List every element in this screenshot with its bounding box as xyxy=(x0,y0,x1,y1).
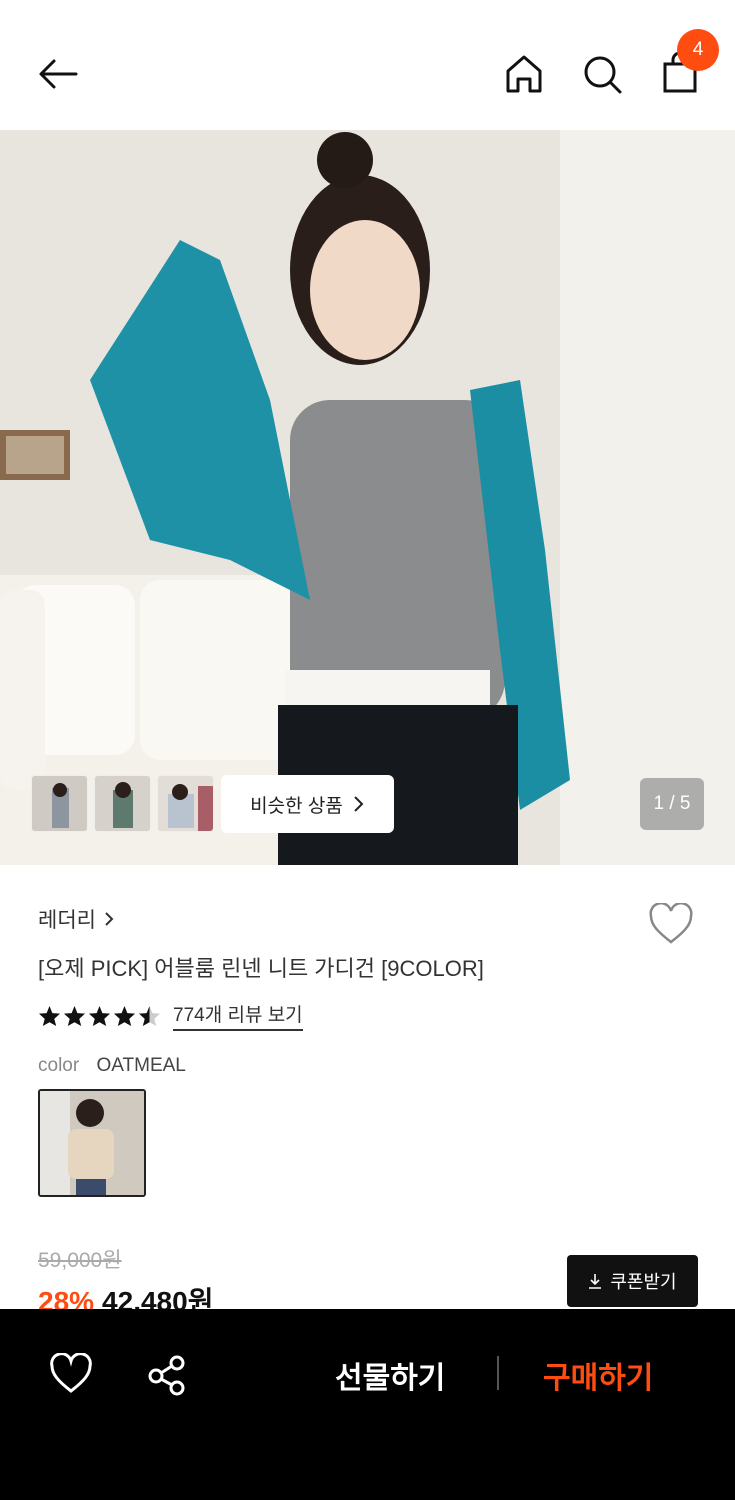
bottom-action-bar: 선물하기 구매하기 xyxy=(0,1309,735,1500)
brand-name: 레더리 xyxy=(38,909,96,932)
star-full-icon xyxy=(63,1005,86,1026)
cart-count-badge: 4 xyxy=(677,29,719,71)
buy-button[interactable]: 구매하기 xyxy=(543,1353,653,1397)
star-rating xyxy=(38,1005,161,1027)
back-arrow-icon[interactable] xyxy=(36,52,80,96)
gift-button[interactable]: 선물하기 xyxy=(335,1353,445,1397)
star-full-icon xyxy=(38,1005,61,1026)
star-half-icon xyxy=(138,1005,161,1026)
similar-products-label: 비슷한 상품 xyxy=(250,795,343,817)
star-full-icon xyxy=(88,1005,111,1026)
similar-products-button[interactable]: 비슷한 상품 xyxy=(221,775,394,833)
star-full-icon xyxy=(113,1005,136,1026)
thumbnail-image[interactable] xyxy=(94,775,151,832)
color-value: OATMEAL xyxy=(96,1055,186,1076)
share-icon[interactable] xyxy=(145,1352,191,1398)
product-title: [오제 PICK] 어블룸 린넨 니트 가디건 [9COLOR] xyxy=(38,956,484,981)
reviews-link[interactable]: 774개 리뷰 보기 xyxy=(173,1000,303,1031)
divider xyxy=(497,1356,499,1390)
chevron-right-icon xyxy=(105,912,114,926)
product-photo xyxy=(0,130,735,865)
color-swatch-oatmeal[interactable] xyxy=(38,1089,146,1197)
download-icon xyxy=(589,1274,602,1289)
product-hero-image[interactable]: 비슷한 상품 1 / 5 xyxy=(0,130,735,865)
get-coupon-button[interactable]: 쿠폰받기 xyxy=(567,1255,698,1307)
thumbnail-image[interactable] xyxy=(31,775,88,832)
search-icon[interactable] xyxy=(580,52,624,96)
thumbnail-image[interactable] xyxy=(157,775,214,832)
rating-row: 774개 리뷰 보기 xyxy=(38,1000,303,1031)
brand-link[interactable]: 레더리 xyxy=(38,904,114,934)
color-row: color OATMEAL xyxy=(38,1055,186,1077)
home-icon[interactable] xyxy=(502,52,546,96)
chevron-right-icon xyxy=(354,796,364,812)
original-price: 59,000원 xyxy=(38,1249,122,1272)
heart-icon[interactable] xyxy=(48,1352,94,1399)
color-label: color xyxy=(38,1055,80,1076)
image-pager-indicator: 1 / 5 xyxy=(640,778,704,830)
coupon-label: 쿠폰받기 xyxy=(610,1272,677,1292)
wishlist-heart-icon[interactable] xyxy=(648,902,694,945)
top-header: 4 xyxy=(0,0,735,130)
